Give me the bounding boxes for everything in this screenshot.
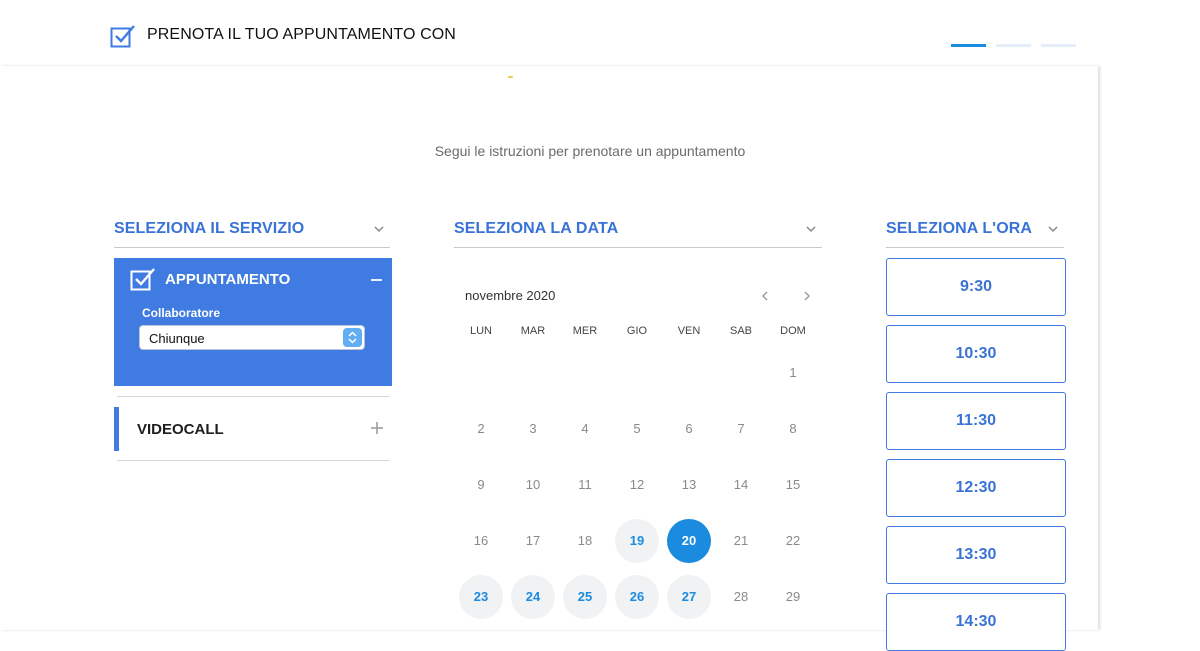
weekday-label: MAR bbox=[520, 325, 546, 337]
service-videocall[interactable]: VIDEOCALL bbox=[114, 407, 390, 451]
calendar-day: 3 bbox=[529, 421, 537, 436]
expand-plus-icon[interactable] bbox=[371, 422, 383, 434]
chevron-down-icon bbox=[806, 226, 816, 233]
collaborator-label: Collaboratore bbox=[142, 306, 221, 320]
intro-text: Segui le istruzioni per prenotare un app… bbox=[434, 143, 746, 159]
calendar-day: 16 bbox=[473, 533, 489, 548]
calendar-day: 6 bbox=[685, 421, 693, 436]
service-appuntamento[interactable]: APPUNTAMENTO Collaboratore Chiunque bbox=[114, 258, 392, 386]
calendar-day: 2 bbox=[477, 421, 485, 436]
weekday-label: MER bbox=[572, 325, 598, 337]
date-column-header[interactable]: SELEZIONA LA DATA bbox=[454, 219, 822, 248]
divider bbox=[117, 460, 390, 461]
checkbox-check-icon bbox=[110, 25, 135, 48]
time-slot-button[interactable]: 13:30 bbox=[886, 526, 1066, 584]
calendar-day: 14 bbox=[733, 477, 749, 492]
time-slot-button[interactable]: 12:30 bbox=[886, 459, 1066, 517]
calendar-day: 21 bbox=[733, 533, 749, 548]
service-accent-bar bbox=[114, 407, 119, 451]
calendar-day: 4 bbox=[581, 421, 589, 436]
time-column-title: SELEZIONA L'ORA bbox=[886, 220, 1033, 237]
calendar-day-available[interactable]: 25 bbox=[563, 575, 607, 619]
checkbox-check-icon bbox=[130, 268, 155, 291]
divider bbox=[117, 396, 390, 397]
calendar-day: 7 bbox=[737, 421, 745, 436]
calendar-day: 29 bbox=[785, 589, 801, 604]
weekday-label: LUN bbox=[469, 325, 492, 337]
date-column-title: SELEZIONA LA DATA bbox=[454, 220, 619, 237]
calendar-day-available[interactable]: 24 bbox=[511, 575, 555, 619]
calendar-day: 1 bbox=[789, 365, 797, 380]
calendar-day-available[interactable]: 19 bbox=[615, 519, 659, 563]
calendar-day: 8 bbox=[789, 421, 797, 436]
weekday-label: DOM bbox=[780, 325, 806, 337]
calendar-day: 11 bbox=[578, 477, 592, 492]
collaborator-value: Chiunque bbox=[149, 331, 205, 346]
calendar-day: 13 bbox=[681, 477, 697, 492]
calendar-day: 5 bbox=[633, 421, 641, 436]
calendar-month: novembre 2020 bbox=[465, 288, 556, 303]
calendar-day: 15 bbox=[785, 477, 801, 492]
chevron-right-icon[interactable] bbox=[802, 290, 812, 302]
time-slot-button[interactable]: 9:30 bbox=[886, 258, 1066, 316]
calendar-day-available[interactable]: 26 bbox=[615, 575, 659, 619]
weekday-label: GIO bbox=[626, 325, 648, 337]
calendar-day: 18 bbox=[577, 533, 593, 548]
weekday-label: SAB bbox=[729, 325, 752, 337]
page-title: PRENOTA IL TUO APPUNTAMENTO CON bbox=[147, 26, 456, 43]
calendar-day: 22 bbox=[785, 533, 801, 548]
time-slot-button[interactable]: 10:30 bbox=[886, 325, 1066, 383]
time-column-header[interactable]: SELEZIONA L'ORA bbox=[886, 219, 1064, 248]
time-slot-button[interactable]: 11:30 bbox=[886, 392, 1066, 450]
select-updown-icon bbox=[343, 328, 362, 347]
top-bar: PRENOTA IL TUO APPUNTAMENTO CON bbox=[0, 0, 1200, 66]
calendar-day-selected[interactable]: 20 bbox=[667, 519, 711, 563]
chevron-down-icon bbox=[374, 226, 384, 233]
calendar-day: 10 bbox=[525, 477, 541, 492]
service-name: APPUNTAMENTO bbox=[165, 271, 291, 288]
weekday-label: VEN bbox=[677, 325, 701, 337]
chevron-left-icon[interactable] bbox=[760, 290, 770, 302]
collapse-minus-icon[interactable] bbox=[371, 279, 382, 281]
calendar-day: 9 bbox=[477, 477, 485, 492]
collaborator-select[interactable]: Chiunque bbox=[139, 325, 365, 350]
calendar-day: 12 bbox=[629, 477, 645, 492]
calendar-day: 17 bbox=[525, 533, 541, 548]
service-column-header[interactable]: SELEZIONA IL SERVIZIO bbox=[114, 219, 390, 248]
service-name: VIDEOCALL bbox=[137, 421, 224, 438]
calendar-day-available[interactable]: 23 bbox=[459, 575, 503, 619]
time-slot-button[interactable]: 14:30 bbox=[886, 593, 1066, 651]
step-indicator-1 bbox=[951, 44, 986, 47]
service-column-title: SELEZIONA IL SERVIZIO bbox=[114, 220, 305, 237]
chevron-down-icon bbox=[1048, 226, 1058, 233]
decorative-dot bbox=[508, 76, 513, 78]
step-indicator-2 bbox=[996, 44, 1031, 47]
calendar-day: 28 bbox=[733, 589, 749, 604]
calendar-day-available[interactable]: 27 bbox=[667, 575, 711, 619]
step-indicator-3 bbox=[1041, 44, 1076, 47]
